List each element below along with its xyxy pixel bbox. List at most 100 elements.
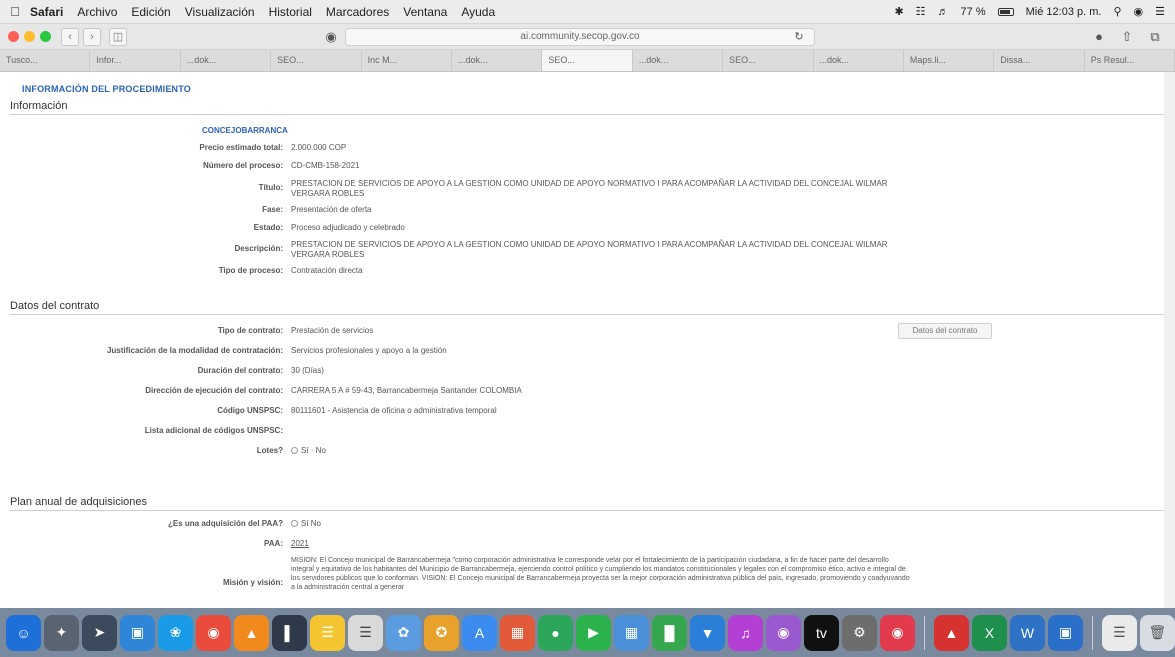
app-icon[interactable]: ▌ bbox=[272, 614, 307, 651]
browser-tab[interactable]: Tusco... bbox=[0, 50, 91, 71]
browser-tab[interactable]: ...dok... bbox=[814, 50, 904, 71]
bluetooth-icon[interactable]: ✱ bbox=[894, 5, 903, 18]
menu-archivo[interactable]: Archivo bbox=[77, 5, 117, 19]
address-bar[interactable]: ai.community.secop.gov.co bbox=[345, 28, 815, 46]
apple-tv-icon[interactable]: tv bbox=[804, 614, 839, 651]
spotlight-search-icon[interactable]: ⚲ bbox=[1113, 5, 1121, 18]
field-label: Misión y visión: bbox=[222, 578, 283, 587]
field-value: Sí No bbox=[301, 519, 322, 528]
paa-link[interactable]: 2021 bbox=[291, 539, 911, 549]
trash-icon[interactable]: 🗑 bbox=[1139, 614, 1175, 651]
battery-icon[interactable] bbox=[997, 7, 1014, 16]
notes-icon[interactable]: ☰ bbox=[310, 614, 345, 651]
siri-icon[interactable]: ◉ bbox=[1134, 5, 1144, 18]
system-preferences-icon[interactable]: ⚙ bbox=[842, 614, 877, 651]
browser-tab[interactable]: Maps.li... bbox=[904, 50, 995, 71]
document-icon[interactable]: ☰ bbox=[1101, 614, 1137, 651]
download-icon[interactable]: ● bbox=[1090, 28, 1108, 46]
music-icon[interactable]: ♫ bbox=[728, 614, 763, 651]
info-row: Título: PRESTACION DE SERVICIOS DE APOYO… bbox=[0, 179, 1175, 199]
reminders-icon[interactable]: ☰ bbox=[348, 614, 383, 651]
lotes-radio[interactable]: Sí · No bbox=[291, 446, 911, 456]
forward-icon[interactable]: › bbox=[83, 27, 101, 46]
field-label: Número del proceso: bbox=[202, 161, 283, 170]
excel-icon[interactable]: X bbox=[971, 614, 1007, 651]
photos-icon[interactable]: ✿ bbox=[386, 614, 421, 651]
close-window-button[interactable] bbox=[8, 31, 19, 42]
radio-icon[interactable] bbox=[291, 447, 298, 455]
tab-overview-icon[interactable]: ⧉ bbox=[1146, 28, 1164, 46]
browser-tab[interactable]: SEO... bbox=[271, 50, 362, 71]
apple-icon[interactable]:  bbox=[0, 4, 30, 19]
rocket-icon[interactable]: ➤ bbox=[82, 614, 117, 651]
privacy-shield-icon[interactable]: ◉ bbox=[322, 28, 340, 46]
menu-marcadores[interactable]: Marcadores bbox=[326, 5, 389, 19]
word-icon[interactable]: W bbox=[1009, 614, 1045, 651]
procedure-title: INFORMACIÓN DEL PROCEDIMIENTO bbox=[22, 84, 191, 94]
menu-ayuda[interactable]: Ayuda bbox=[461, 5, 495, 19]
menu-app-name[interactable]: Safari bbox=[30, 5, 63, 19]
share-icon[interactable]: ⇧ bbox=[1118, 28, 1136, 46]
browser-tab[interactable]: ...dok... bbox=[633, 50, 724, 71]
info-row: Fase: Presentación de oferta bbox=[0, 205, 1175, 215]
paa-radio[interactable]: Sí No bbox=[291, 519, 911, 529]
menu-visualizacion[interactable]: Visualización bbox=[185, 5, 255, 19]
reload-icon[interactable]: ↻ bbox=[790, 28, 808, 46]
field-label: Lotes? bbox=[256, 446, 283, 455]
minimize-window-button[interactable] bbox=[24, 31, 35, 42]
finder-icon[interactable]: ☺ bbox=[6, 614, 41, 651]
contract-row: Código UNSPSC: 80111601 - Asistencia de … bbox=[0, 406, 1175, 416]
field-label: Tipo de contrato: bbox=[217, 326, 283, 335]
browser-tab[interactable]: Ps Resul... bbox=[1085, 50, 1175, 71]
app-store-icon[interactable]: A bbox=[462, 614, 497, 651]
contract-row: Justificación de la modalidad de contrat… bbox=[0, 346, 1175, 356]
field-value: 80111601 - Asistencia de oficina o admin… bbox=[291, 406, 497, 415]
dock: ☺ ✦ ➤ ▣ ❀ ◉ ▲ ▌ ☰ ☰ ✿ ✪ A ▦ ● ▶ ▦ █ ▼ ♫ … bbox=[0, 608, 1175, 657]
dock-separator bbox=[1091, 615, 1093, 650]
sidebar-icon[interactable]: ◫ bbox=[109, 27, 127, 46]
browser-tab[interactable]: Inc M... bbox=[362, 50, 452, 71]
menu-edicion[interactable]: Edición bbox=[131, 5, 170, 19]
app-icon[interactable]: ▦ bbox=[614, 614, 649, 651]
zoom-window-button[interactable] bbox=[40, 31, 51, 42]
browser-tab[interactable]: Dissa... bbox=[994, 50, 1085, 71]
menu-ventana[interactable]: Ventana bbox=[403, 5, 447, 19]
messages-icon[interactable]: ● bbox=[538, 614, 573, 651]
acrobat-icon[interactable]: ▲ bbox=[933, 614, 969, 651]
browser-tab[interactable]: SEO... bbox=[723, 50, 814, 71]
back-icon[interactable]: ‹ bbox=[61, 27, 79, 46]
app-icon[interactable]: ◉ bbox=[880, 614, 915, 651]
launchpad-icon[interactable]: ✦ bbox=[44, 614, 79, 651]
field-value: Proceso adjudicado y celebrado bbox=[291, 223, 405, 232]
volume-icon[interactable]: ♬ bbox=[938, 6, 949, 18]
app-icon[interactable]: ✪ bbox=[424, 614, 459, 651]
podcasts-icon[interactable]: ◉ bbox=[766, 614, 801, 651]
browser-tab[interactable]: Infor... bbox=[90, 50, 181, 71]
control-center-icon[interactable]: ☰ bbox=[1155, 5, 1165, 18]
browser-tab[interactable]: ...dok... bbox=[181, 50, 272, 71]
app-icon[interactable]: ▣ bbox=[1047, 614, 1083, 651]
info-row: Tipo de proceso: Contratación directa bbox=[0, 266, 1175, 276]
radio-icon[interactable] bbox=[291, 520, 298, 528]
wifi-icon[interactable]: ☷ bbox=[916, 5, 926, 18]
facetime-icon[interactable]: ▶ bbox=[576, 614, 611, 651]
plan-row: Misión y visión: MISION: El Concejo muni… bbox=[0, 556, 1175, 592]
app-icon[interactable]: ▲ bbox=[234, 614, 269, 651]
menubar-clock[interactable]: Mié 12:03 p. m. bbox=[1026, 6, 1102, 18]
menu-historial[interactable]: Historial bbox=[269, 5, 312, 19]
field-label: Código UNSPSC: bbox=[217, 406, 283, 415]
field-value: Servicios profesionales y apoyo a la ges… bbox=[291, 346, 447, 355]
browser-tab-active[interactable]: SEO... bbox=[542, 50, 633, 71]
browser-tab[interactable]: ...dok... bbox=[452, 50, 543, 71]
safari-icon[interactable]: ❀ bbox=[158, 614, 193, 651]
field-value: MISION: El Concejo municipal de Barranca… bbox=[291, 557, 910, 591]
page-scrollbar[interactable] bbox=[1164, 72, 1175, 608]
app-icon[interactable]: ▦ bbox=[500, 614, 535, 651]
entity-name[interactable]: CONCEJOBARRANCA bbox=[202, 126, 288, 135]
numbers-icon[interactable]: █ bbox=[652, 614, 687, 651]
preview-icon[interactable]: ▣ bbox=[120, 614, 155, 651]
keynote-icon[interactable]: ▼ bbox=[690, 614, 725, 651]
window-controls bbox=[8, 31, 51, 42]
section-informacion: Información bbox=[10, 100, 1175, 115]
chrome-icon[interactable]: ◉ bbox=[196, 614, 231, 651]
